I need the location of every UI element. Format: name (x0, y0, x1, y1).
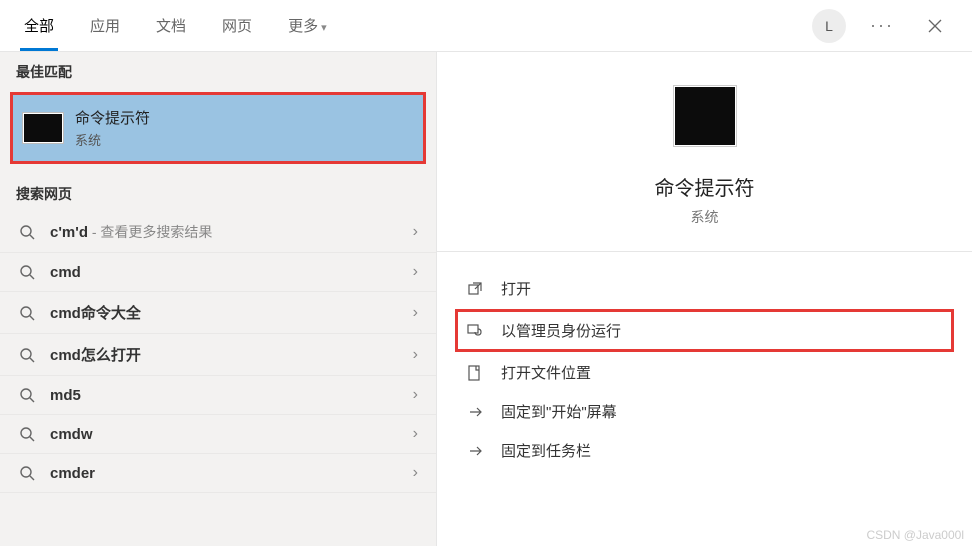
highlight-box-best-match: 命令提示符 系统 (10, 92, 426, 164)
search-icon (18, 347, 36, 363)
pin-icon (465, 443, 485, 459)
action-pin-taskbar[interactable]: 固定到任务栏 (455, 432, 954, 469)
tab-bar: 全部 应用 文档 网页 更多 L ··· (0, 0, 972, 52)
pin-icon (465, 404, 485, 420)
chevron-right-icon: › (413, 346, 418, 364)
chevron-right-icon: › (413, 464, 418, 482)
action-open-location-label: 打开文件位置 (501, 362, 591, 383)
chevron-right-icon: › (413, 304, 418, 322)
web-result-label: md5 (50, 387, 399, 404)
web-result-label: cmdw (50, 426, 399, 443)
action-open-label: 打开 (501, 278, 531, 299)
web-result-row[interactable]: cmd命令大全 › (0, 292, 436, 334)
user-avatar[interactable]: L (812, 9, 846, 43)
web-result-label: cmd (50, 264, 399, 281)
tab-more[interactable]: 更多 (284, 1, 331, 51)
cmd-icon (23, 113, 63, 143)
web-result-row[interactable]: cmdw › (0, 415, 436, 454)
action-pin-start-label: 固定到"开始"屏幕 (501, 401, 617, 422)
web-result-row[interactable]: md5 › (0, 376, 436, 415)
section-search-web: 搜索网页 (0, 174, 436, 212)
search-icon (18, 387, 36, 403)
search-icon (18, 264, 36, 280)
web-result-label: cmd怎么打开 (50, 344, 399, 365)
detail-panel: 命令提示符 系统 打开 (437, 52, 972, 546)
chevron-right-icon: › (413, 425, 418, 443)
action-pin-taskbar-label: 固定到任务栏 (501, 440, 591, 461)
chevron-right-icon: › (413, 263, 418, 281)
tab-docs[interactable]: 文档 (152, 1, 190, 51)
detail-cmd-icon (674, 86, 736, 146)
chevron-right-icon: › (413, 386, 418, 404)
action-open[interactable]: 打开 (455, 270, 954, 307)
search-icon (18, 465, 36, 481)
search-icon (18, 426, 36, 442)
shield-icon (465, 323, 485, 339)
tab-apps[interactable]: 应用 (86, 1, 124, 51)
web-result-row[interactable]: c'm'd - 查看更多搜索结果 › (0, 212, 436, 253)
web-result-row[interactable]: cmd怎么打开 › (0, 334, 436, 376)
overflow-button[interactable]: ··· (866, 15, 898, 36)
section-best-match: 最佳匹配 (0, 52, 436, 90)
detail-subtitle: 系统 (691, 207, 719, 227)
folder-icon (465, 365, 485, 381)
best-match-subtitle: 系统 (75, 130, 150, 149)
action-pin-start[interactable]: 固定到"开始"屏幕 (455, 393, 954, 430)
chevron-right-icon: › (413, 223, 418, 241)
best-match-item[interactable]: 命令提示符 系统 (13, 95, 423, 161)
web-result-label: c'm'd - 查看更多搜索结果 (50, 222, 399, 242)
close-button[interactable] (918, 9, 952, 43)
results-panel: 最佳匹配 命令提示符 系统 搜索网页 c'm'd - 查看更多搜索结果 › cmd ›… (0, 52, 437, 546)
action-open-location[interactable]: 打开文件位置 (455, 354, 954, 391)
web-result-row[interactable]: cmd › (0, 253, 436, 292)
watermark: CSDN @Java000l (866, 528, 964, 542)
action-run-as-admin-label: 以管理员身份运行 (501, 320, 621, 341)
search-icon (18, 224, 36, 240)
tab-all[interactable]: 全部 (20, 1, 58, 51)
web-result-label: cmd命令大全 (50, 302, 399, 323)
tab-web[interactable]: 网页 (218, 1, 256, 51)
detail-title: 命令提示符 (655, 172, 755, 201)
open-icon (465, 281, 485, 297)
web-result-row[interactable]: cmder › (0, 454, 436, 493)
web-result-label: cmder (50, 465, 399, 482)
search-icon (18, 305, 36, 321)
best-match-title: 命令提示符 (75, 107, 150, 128)
action-run-as-admin[interactable]: 以管理员身份运行 (455, 309, 954, 352)
